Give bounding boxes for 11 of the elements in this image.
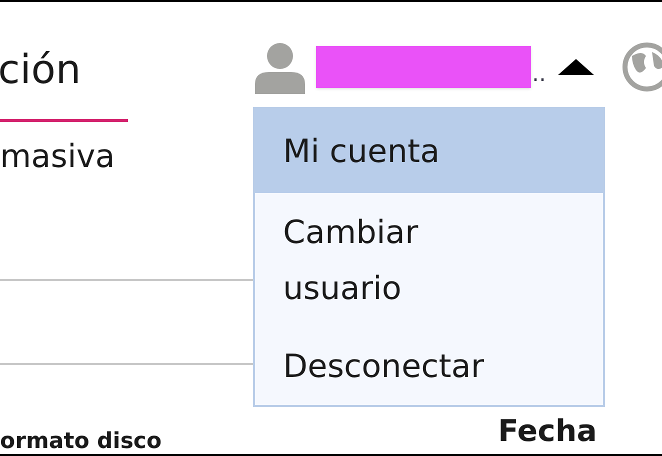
globe-icon[interactable] <box>622 42 662 92</box>
section-label: ormato disco <box>0 429 162 454</box>
tab-label[interactable]: masiva <box>0 137 115 175</box>
menu-item[interactable]: Mi cuenta <box>255 109 603 193</box>
column-header: Fecha <box>498 414 598 449</box>
menu-item[interactable]: Cambiar usuario <box>255 193 603 327</box>
caret-icon[interactable] <box>558 59 594 75</box>
user-icon[interactable] <box>253 40 307 94</box>
username[interactable]: .. <box>532 64 546 86</box>
menu-item[interactable]: Desconectar <box>255 327 603 405</box>
page-title: ción <box>0 46 81 95</box>
